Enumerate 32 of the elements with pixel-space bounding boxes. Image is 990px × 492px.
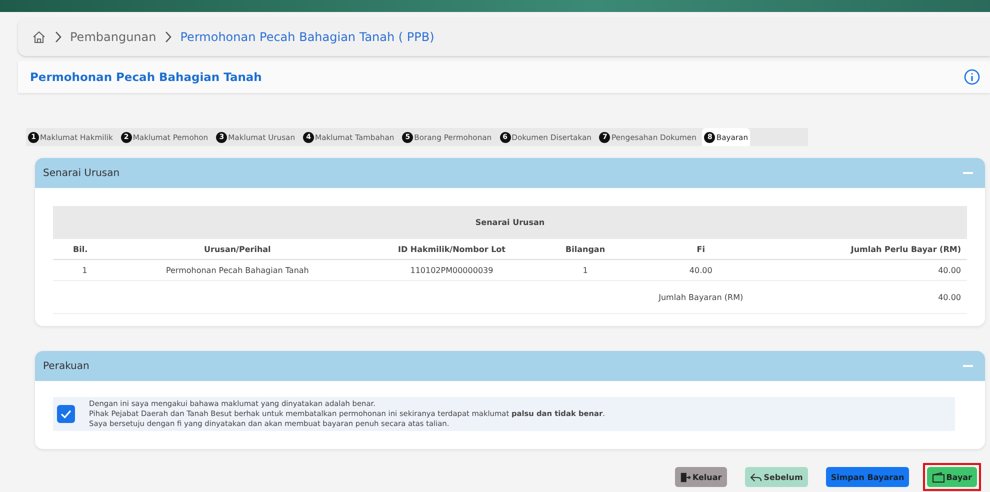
- column-header: Jumlah Perlu Bayar (RM): [776, 239, 967, 260]
- panel-title: Perakuan: [43, 360, 90, 372]
- total-label: Jumlah Bayaran (RM): [626, 280, 776, 314]
- pay-button[interactable]: Bayar: [927, 467, 977, 487]
- wallet-icon: [932, 472, 946, 482]
- back-arrow-icon: [750, 472, 763, 482]
- table-cell: Permohonan Pecah Bahagian Tanah: [116, 260, 358, 280]
- table-caption: Senarai Urusan: [53, 206, 967, 239]
- table-cell: 40.00: [776, 260, 967, 280]
- column-header: Fi: [626, 239, 776, 260]
- column-header: ID Hakmilik/Nombor Lot: [358, 239, 546, 260]
- column-header: Bil.: [53, 239, 116, 260]
- exit-button[interactable]: Keluar: [675, 467, 727, 487]
- chevron-icon: [164, 31, 172, 43]
- panel-title: Senarai Urusan: [43, 168, 120, 178]
- chevron-icon: [54, 31, 62, 43]
- info-icon[interactable]: [964, 69, 980, 85]
- table-cell: 1: [53, 260, 116, 280]
- table-cell: 110102PM00000039: [358, 260, 546, 280]
- total-value: 40.00: [776, 280, 967, 314]
- door-icon: [680, 472, 692, 482]
- table-cell: 1: [545, 260, 626, 280]
- breadcrumb-link[interactable]: Pembangunan: [70, 30, 156, 44]
- breadcrumb-link[interactable]: Permohonan Pecah Bahagian Tanah ( PPB): [180, 30, 434, 44]
- column-header: Bilangan: [545, 239, 626, 260]
- save-button[interactable]: Simpan Bayaran: [826, 467, 910, 487]
- column-header: Urusan/Perihal: [116, 239, 358, 260]
- page-title: Permohonan Pecah Bahagian Tanah: [30, 70, 262, 84]
- table-cell: 40.00: [626, 260, 776, 280]
- home-icon[interactable]: [32, 30, 46, 44]
- checkbox[interactable]: [57, 405, 75, 423]
- back-button[interactable]: Sebelum: [744, 467, 808, 487]
